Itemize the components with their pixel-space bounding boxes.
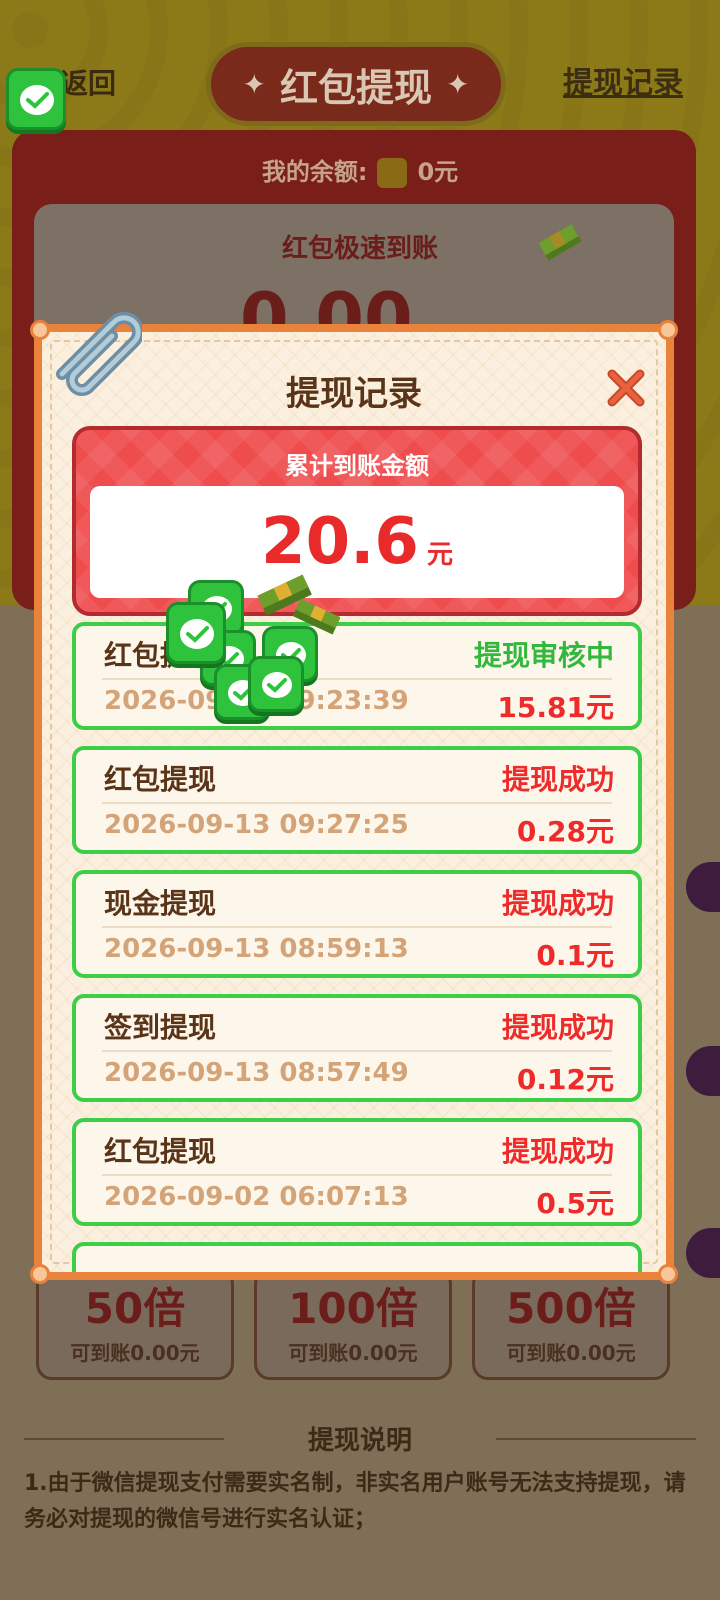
record-divider — [102, 678, 612, 680]
record-amount: 0.1元 — [536, 939, 614, 972]
multiplier-label: 500倍 — [506, 1284, 636, 1333]
record-time: 2026-09-02 06:07:13 — [104, 1182, 409, 1212]
record-amount: 0.5元 — [536, 1187, 614, 1220]
multiplier-sub: 可到账0.00元 — [288, 1341, 418, 1365]
money-stack-icon — [538, 224, 582, 261]
description-text: 1.由于微信提现支付需要实名制，非实名用户账号无法支持提现，请务必对提现的微信号… — [24, 1471, 686, 1532]
record-status: 提现成功 — [501, 1011, 614, 1044]
record-divider — [102, 1174, 612, 1176]
wechat-icon — [248, 656, 304, 712]
multiplier-option-500[interactable]: 500倍 可到账0.00元 — [472, 1268, 670, 1380]
total-received-card: 累计到账金额 20.6 元 — [72, 426, 642, 616]
balance-label: 我的余额: — [261, 158, 368, 186]
multiplier-sub: 可到账0.00元 — [70, 1341, 200, 1365]
total-received-amount: 20.6 — [261, 505, 419, 579]
record-divider — [102, 926, 612, 928]
record-status: 提现审核中 — [473, 639, 614, 672]
withdraw-record-link[interactable]: 提现记录 — [563, 58, 683, 102]
record-divider — [102, 1050, 612, 1052]
total-received-label: 累计到账金额 — [285, 452, 429, 480]
record-time: 2026-09-13 08:59:13 — [104, 934, 409, 964]
record-amount: 15.81元 — [497, 691, 614, 724]
record-time: 2026-09-13 09:27:25 — [104, 810, 409, 840]
record-status: 提现成功 — [501, 1135, 614, 1168]
record-type: 签到提现 — [104, 1011, 217, 1044]
page-title-text: 红包提现 — [279, 65, 432, 110]
record-amount: 0.12元 — [516, 1063, 614, 1096]
sparkle-icon: ✦ — [242, 67, 266, 101]
divider — [496, 1438, 696, 1440]
dialog-corner-rivet — [658, 320, 678, 340]
dialog-body: 提现记录 累计到账金额 20.6 元 红包提现 提现审核中 2026-09-13 … — [42, 332, 666, 1272]
multiplier-option-100[interactable]: 100倍 可到账0.00元 — [254, 1268, 452, 1380]
page-title: ✦ 红包提现 ✦ — [206, 42, 506, 126]
record-status: 提现成功 — [501, 887, 614, 920]
redpacket-card-title: 红包极速到账 — [281, 234, 438, 264]
record-time: 2026-09-13 08:57:49 — [104, 1058, 409, 1088]
record-divider — [102, 802, 612, 804]
wechat-icon — [166, 602, 226, 664]
balance-row: 我的余额: 0元 — [0, 152, 720, 188]
dialog-corner-rivet — [658, 1264, 678, 1284]
paperclip-icon — [56, 311, 142, 396]
record-item: 红包提现 提现审核中 2026-09-13 09:23:39 15.81元 — [72, 622, 642, 730]
multiplier-label: 100倍 — [288, 1284, 418, 1333]
back-button[interactable]: 返回 — [60, 62, 116, 102]
total-received-unit: 元 — [426, 540, 453, 570]
multiplier-sub: 可到账0.00元 — [506, 1341, 636, 1365]
record-item-partial — [72, 1242, 642, 1272]
multiplier-option-50[interactable]: 50倍 可到账0.00元 — [36, 1268, 234, 1380]
total-received-box: 20.6 元 — [90, 486, 624, 598]
record-item: 红包提现 提现成功 2026-09-02 06:07:13 0.5元 — [72, 1118, 642, 1226]
record-item: 签到提现 提现成功 2026-09-13 08:57:49 0.12元 — [72, 994, 642, 1102]
wechat-icon — [6, 68, 66, 130]
withdraw-record-dialog: 提现记录 累计到账金额 20.6 元 红包提现 提现审核中 2026-09-13 … — [30, 311, 678, 1284]
close-icon[interactable] — [602, 364, 650, 412]
balance-value: 0元 — [417, 158, 459, 186]
record-type: 红包提现 — [104, 763, 217, 796]
dialog-corner-rivet — [30, 1264, 50, 1284]
sparkle-icon: ✦ — [446, 67, 470, 101]
record-item: 红包提现 提现成功 2026-09-13 09:27:25 0.28元 — [72, 746, 642, 854]
record-status: 提现成功 — [501, 763, 614, 796]
multiplier-label: 50倍 — [84, 1284, 186, 1333]
record-type: 现金提现 — [104, 887, 217, 920]
coin-icon — [377, 158, 408, 188]
record-type: 红包提现 — [104, 1135, 217, 1168]
record-item: 现金提现 提现成功 2026-09-13 08:59:13 0.1元 — [72, 870, 642, 978]
record-amount: 0.28元 — [516, 815, 614, 848]
